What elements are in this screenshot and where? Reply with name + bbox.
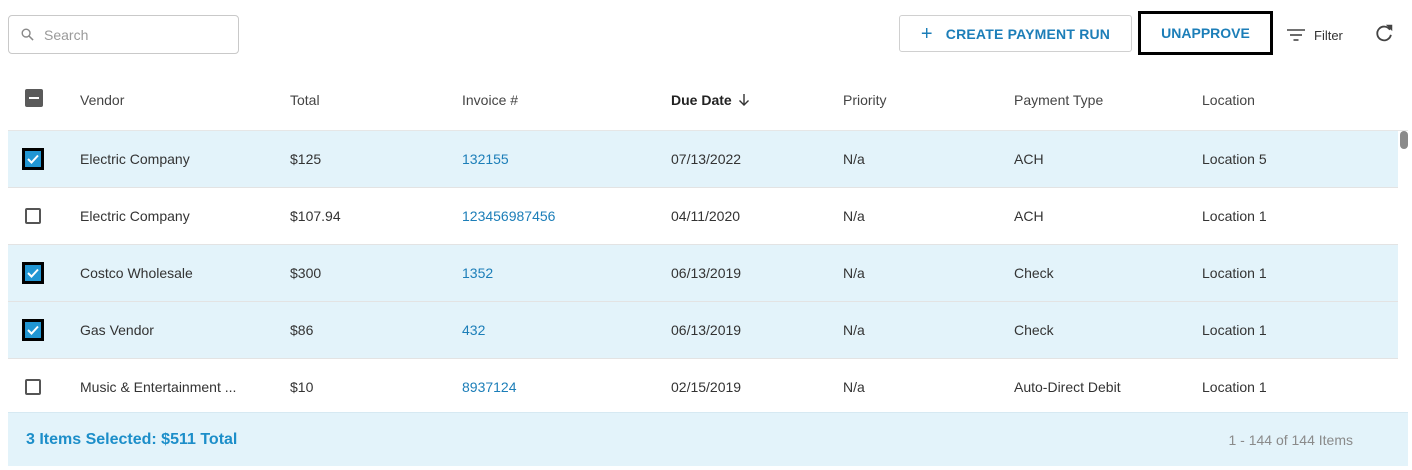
payment-type-cell: ACH — [1014, 151, 1044, 167]
unapprove-button[interactable]: UNAPPROVE — [1138, 11, 1273, 55]
checkbox-checked-icon — [25, 322, 41, 338]
vendor-cell: Gas Vendor — [80, 322, 154, 338]
sort-down-arrow-icon — [738, 94, 749, 106]
priority-cell: N/a — [843, 265, 865, 281]
due-date-header-label: Due Date — [671, 92, 732, 108]
total-cell: $10 — [290, 379, 314, 395]
indeterminate-icon — [29, 97, 39, 99]
grid-footer: 3 Items Selected: $511 Total 1 - 144 of … — [8, 412, 1408, 466]
priority-cell: N/a — [843, 151, 865, 167]
due-date-cell: 06/13/2019 — [671, 265, 742, 281]
column-header-priority[interactable]: Priority — [843, 92, 887, 108]
total-cell: $125 — [290, 151, 322, 167]
plus-icon: + — [920, 22, 933, 45]
payment-type-cell: Check — [1014, 265, 1054, 281]
create-payment-run-button[interactable]: + CREATE PAYMENT RUN — [899, 15, 1132, 52]
search-input[interactable] — [44, 26, 224, 43]
location-cell: Location 1 — [1202, 379, 1267, 395]
invoice-link[interactable]: 123456987456 — [462, 208, 555, 224]
toolbar: + CREATE PAYMENT RUN UNAPPROVE Filter — [0, 0, 1412, 66]
table-row[interactable]: Electric Company $125 132155 07/13/2022 N/a A… — [8, 131, 1398, 188]
column-header-location[interactable]: Location — [1202, 92, 1255, 108]
checkbox-checked-icon — [25, 265, 41, 281]
row-checkbox[interactable] — [22, 319, 44, 341]
invoice-link[interactable]: 1352 — [462, 265, 493, 281]
row-checkbox[interactable] — [22, 205, 44, 227]
filter-icon — [1287, 29, 1305, 41]
priority-cell: N/a — [843, 379, 865, 395]
pager-info: 1 - 144 of 144 Items — [1228, 432, 1353, 448]
priority-cell: N/a — [843, 322, 865, 338]
location-cell: Location 1 — [1202, 265, 1267, 281]
total-cell: $107.94 — [290, 208, 341, 224]
due-date-cell: 04/11/2020 — [671, 208, 741, 224]
checkbox-empty-icon — [25, 379, 41, 395]
unapprove-label: UNAPPROVE — [1161, 25, 1250, 41]
table-row[interactable]: Electric Company $107.94 123456987456 04/11… — [8, 188, 1398, 245]
column-header-vendor[interactable]: Vendor — [80, 92, 124, 108]
vendor-cell: Costco Wholesale — [80, 265, 193, 281]
due-date-cell: 02/15/2019 — [671, 379, 742, 395]
location-cell: Location 1 — [1202, 322, 1267, 338]
payment-type-cell: Check — [1014, 322, 1054, 338]
due-date-cell: 06/13/2019 — [671, 322, 742, 338]
payment-type-cell: Auto-Direct Debit — [1014, 379, 1121, 395]
vendor-cell: Electric Company — [80, 208, 190, 224]
total-cell: $86 — [290, 322, 314, 338]
column-header-total[interactable]: Total — [290, 92, 320, 108]
row-checkbox[interactable] — [22, 262, 44, 284]
row-checkbox[interactable] — [22, 148, 44, 170]
refresh-icon[interactable] — [1373, 22, 1395, 44]
table-row[interactable]: Gas Vendor $86 432 06/13/2019 N/a Check Locati… — [8, 302, 1398, 359]
total-cell: $300 — [290, 265, 322, 281]
row-checkbox[interactable] — [22, 376, 44, 398]
create-payment-run-label: CREATE PAYMENT RUN — [945, 25, 1111, 42]
table-row[interactable]: Costco Wholesale $300 1352 06/13/2019 N/a Che… — [8, 245, 1398, 302]
location-cell: Location 1 — [1202, 208, 1267, 224]
select-all-checkbox[interactable] — [25, 89, 43, 107]
payment-type-cell: ACH — [1014, 208, 1044, 224]
table-row[interactable]: Music & Entertainment ... $10 8937124 02/15… — [8, 359, 1398, 416]
priority-cell: N/a — [843, 208, 865, 224]
column-header-invoice[interactable]: Invoice # — [462, 92, 518, 108]
filter-label: Filter — [1314, 27, 1343, 43]
column-header-due-date[interactable]: Due Date — [671, 92, 750, 108]
filter-button[interactable]: Filter — [1286, 23, 1343, 47]
invoice-grid: Vendor Total Invoice # Due Date Priority… — [8, 68, 1408, 468]
vendor-cell: Music & Entertainment ... — [80, 379, 237, 395]
grid-header: Vendor Total Invoice # Due Date Priority… — [8, 68, 1408, 131]
selection-summary: 3 Items Selected: $511 Total — [26, 431, 238, 448]
search-box[interactable] — [8, 15, 239, 54]
scrollbar-thumb[interactable] — [1400, 131, 1408, 149]
checkbox-empty-icon — [25, 208, 41, 224]
vertical-scrollbar[interactable] — [1399, 131, 1408, 411]
invoice-link[interactable]: 8937124 — [462, 379, 517, 395]
invoice-link[interactable]: 432 — [462, 322, 485, 338]
location-cell: Location 5 — [1202, 151, 1267, 167]
column-header-payment-type[interactable]: Payment Type — [1014, 92, 1103, 108]
invoice-link[interactable]: 132155 — [462, 151, 509, 167]
search-icon — [21, 28, 34, 41]
vendor-cell: Electric Company — [80, 151, 190, 167]
due-date-cell: 07/13/2022 — [671, 151, 742, 167]
checkbox-checked-icon — [25, 151, 41, 167]
